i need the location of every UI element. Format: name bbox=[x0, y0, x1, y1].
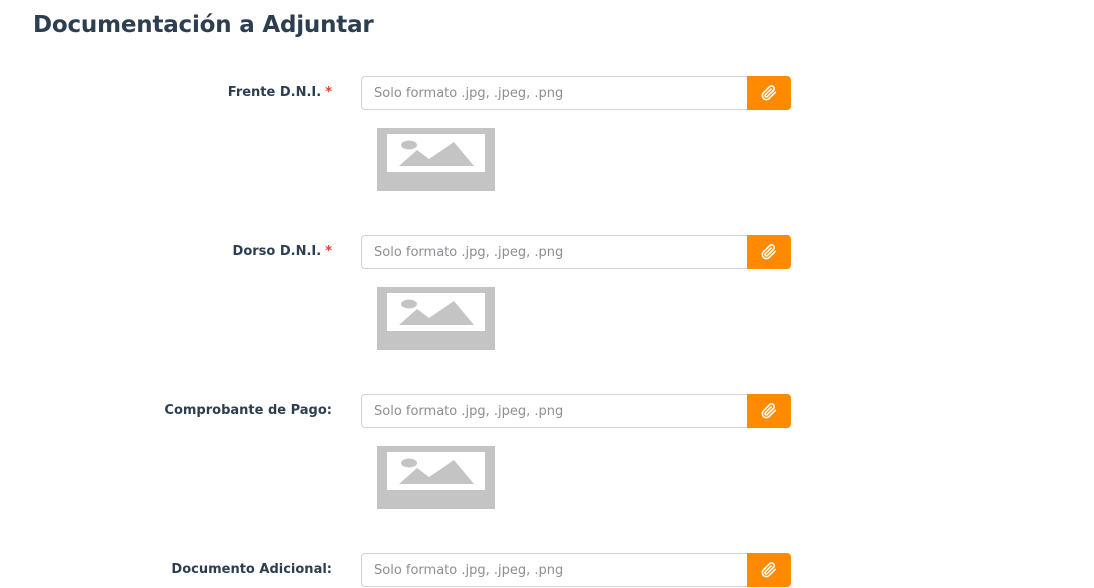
field-label-text: Dorso D.N.I. bbox=[232, 244, 322, 259]
field-label-text: Documento Adicional: bbox=[171, 562, 332, 577]
field-documento-adicional: Documento Adicional: bbox=[0, 553, 1094, 587]
file-input-documento-adicional[interactable] bbox=[361, 553, 747, 587]
paperclip-icon bbox=[761, 403, 777, 419]
attach-button-documento-adicional[interactable] bbox=[747, 553, 791, 587]
required-asterisk: * bbox=[325, 85, 332, 100]
field-label-documento-adicional: Documento Adicional: bbox=[171, 562, 332, 577]
paperclip-icon bbox=[761, 562, 777, 578]
file-input-frente-dni[interactable] bbox=[361, 76, 747, 110]
paperclip-icon bbox=[761, 244, 777, 260]
image-placeholder-icon bbox=[377, 128, 495, 191]
file-input-dorso-dni[interactable] bbox=[361, 235, 747, 269]
file-input-comprobante-pago[interactable] bbox=[361, 394, 747, 428]
field-dorso-dni: Dorso D.N.I. * bbox=[0, 235, 1094, 269]
image-placeholder-icon bbox=[377, 287, 495, 350]
paperclip-icon bbox=[761, 85, 777, 101]
required-asterisk: * bbox=[325, 244, 332, 259]
field-label-text: Comprobante de Pago: bbox=[164, 403, 332, 418]
field-label-frente-dni: Frente D.N.I. * bbox=[228, 85, 332, 100]
field-label-text: Frente D.N.I. bbox=[227, 85, 322, 100]
field-label-comprobante-pago: Comprobante de Pago: bbox=[164, 403, 332, 418]
field-comprobante-pago: Comprobante de Pago: bbox=[0, 394, 1094, 428]
field-frente-dni: Frente D.N.I. * bbox=[0, 76, 1094, 110]
attach-button-frente-dni[interactable] bbox=[747, 76, 791, 110]
attach-button-comprobante-pago[interactable] bbox=[747, 394, 791, 428]
attach-button-dorso-dni[interactable] bbox=[747, 235, 791, 269]
field-label-dorso-dni: Dorso D.N.I. * bbox=[233, 244, 332, 259]
image-placeholder-icon bbox=[377, 446, 495, 509]
page-title: Documentación a Adjuntar bbox=[33, 12, 374, 38]
